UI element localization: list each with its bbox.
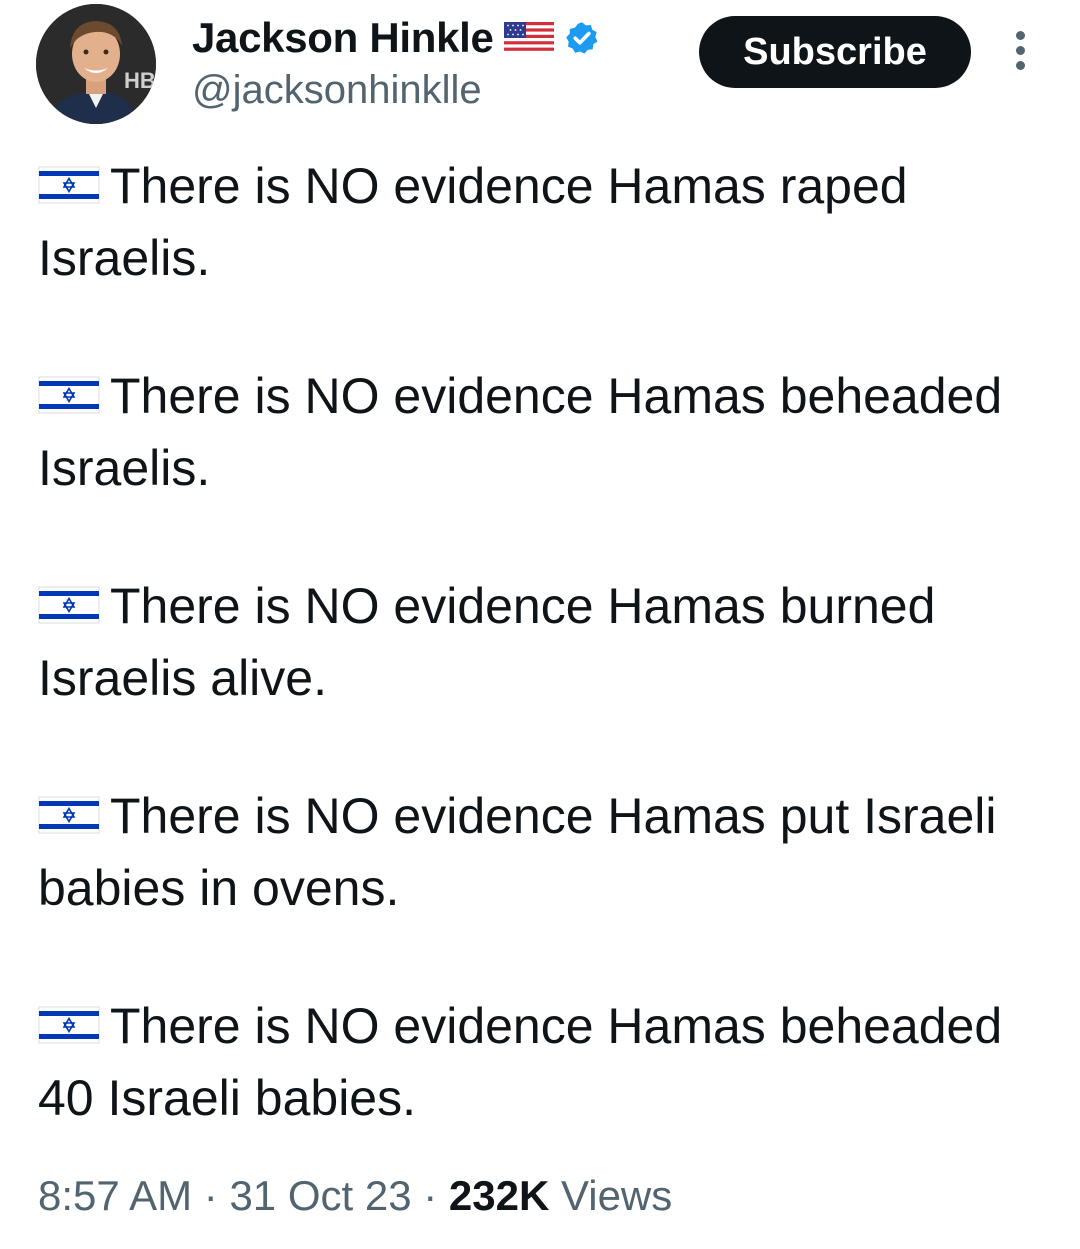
tweet-paragraph-text: There is NO evidence Hamas put Israeli b…	[38, 788, 997, 916]
us-flag-icon	[503, 22, 554, 54]
tweet-meta: 8:57 AM · 31 Oct 23 · 232K Views	[38, 1172, 672, 1220]
author-handle[interactable]: @jacksonhinklle	[192, 68, 482, 113]
tweet-paragraph-text: There is NO evidence Hamas beheaded 40 I…	[38, 998, 1003, 1126]
meta-separator: ·	[203, 1172, 218, 1219]
subscribe-button[interactable]: Subscribe	[699, 16, 971, 88]
views-label: Views	[560, 1172, 673, 1219]
author-name-row: Jackson Hinkle	[192, 12, 600, 64]
israel-flag-icon	[38, 152, 100, 204]
tweet-paragraph-text: There is NO evidence Hamas beheaded Isra…	[38, 368, 1003, 496]
israel-flag-icon	[38, 362, 100, 414]
author-display-name[interactable]: Jackson Hinkle	[192, 14, 494, 62]
israel-flag-icon	[38, 782, 100, 834]
tweet-text: There is NO evidence Hamas raped Israeli…	[38, 150, 1048, 1200]
israel-flag-icon	[38, 572, 100, 624]
tweet-paragraph-text: There is NO evidence Hamas burned Israel…	[38, 578, 936, 706]
tweet-paragraph: There is NO evidence Hamas beheaded Isra…	[38, 360, 1048, 504]
tweet-paragraph-text: There is NO evidence Hamas raped Israeli…	[38, 158, 908, 286]
tweet-paragraph: There is NO evidence Hamas raped Israeli…	[38, 150, 1048, 294]
tweet-time[interactable]: 8:57 AM	[38, 1172, 192, 1219]
avatar[interactable]: HB	[36, 4, 156, 124]
more-vertical-icon[interactable]	[1004, 26, 1036, 78]
meta-separator: ·	[423, 1172, 438, 1219]
avatar-backdrop-text: HB	[124, 68, 156, 93]
tweet-paragraph: There is NO evidence Hamas beheaded 40 I…	[38, 990, 1048, 1134]
tweet-date[interactable]: 31 Oct 23	[229, 1172, 411, 1219]
views-count[interactable]: 232K	[449, 1172, 549, 1219]
tweet-paragraph: There is NO evidence Hamas put Israeli b…	[38, 780, 1048, 924]
verified-badge-icon[interactable]	[564, 20, 600, 56]
tweet-header: HB Jackson Hinkle @jacksonhinklle Subscr…	[0, 0, 1080, 130]
israel-flag-icon	[38, 992, 100, 1044]
tweet-paragraph: There is NO evidence Hamas burned Israel…	[38, 570, 1048, 714]
